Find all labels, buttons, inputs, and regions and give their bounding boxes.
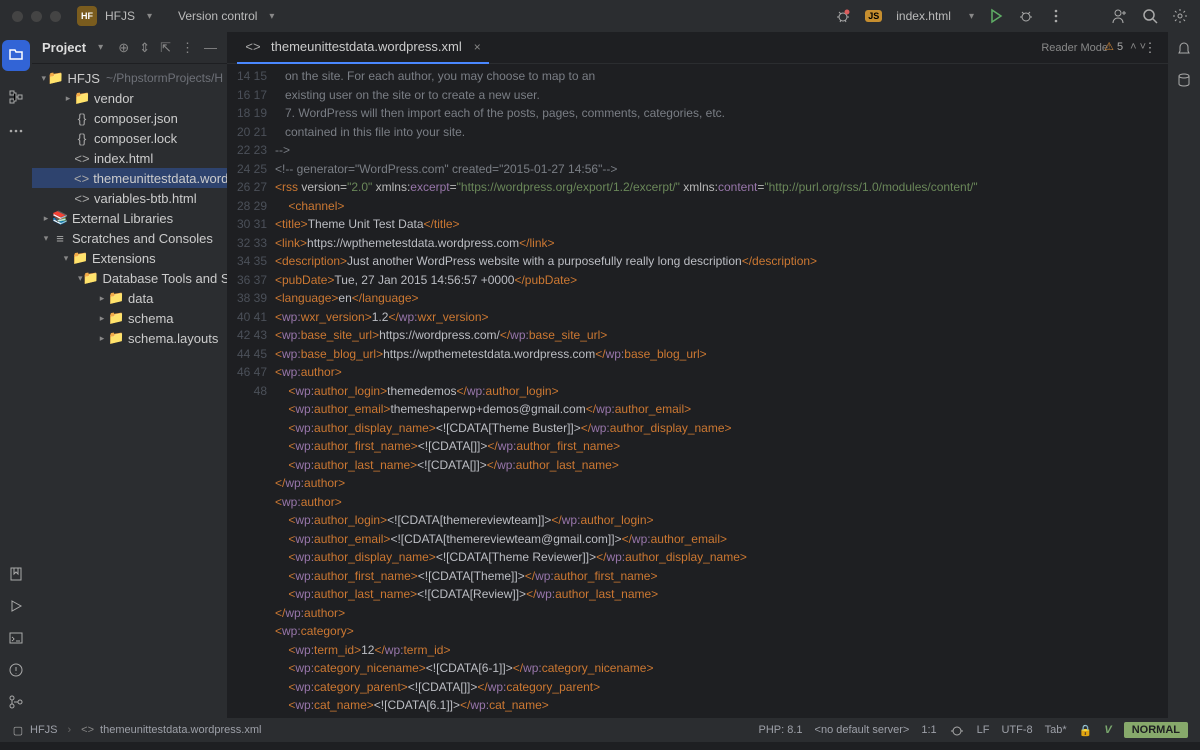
debug-icon[interactable] (1018, 8, 1034, 24)
chevron-down-icon[interactable]: ▾ (147, 11, 152, 22)
lock-icon[interactable]: 🔒 (1079, 724, 1093, 737)
tree-file[interactable]: {}composer.lock (32, 128, 227, 148)
hector-icon[interactable] (949, 722, 965, 738)
project-tool-button[interactable] (2, 40, 30, 71)
main-area: Project ▾ ⊕ ⇕ ⇱ ⋮ — ▾📁HFJS~/PhpstormProje… (0, 32, 1200, 718)
locate-icon[interactable]: ⊕ (118, 40, 129, 56)
status-indent[interactable]: Tab* (1045, 724, 1067, 736)
tree-folder-vendor[interactable]: ▸📁vendor (32, 88, 227, 108)
tab-label: themeunittestdata.wordpress.xml (271, 39, 462, 54)
tree-file[interactable]: {}composer.json (32, 108, 227, 128)
chevron-down-icon[interactable]: ▾ (969, 11, 974, 22)
close-icon[interactable]: × (474, 40, 481, 54)
bug-stop-icon[interactable] (835, 8, 851, 24)
tree-folder[interactable]: ▸📁schema.layouts (32, 328, 227, 348)
close-traffic-light[interactable] (12, 11, 23, 22)
problems-tool-icon[interactable] (8, 662, 24, 678)
tree-folder[interactable]: ▸📁schema (32, 308, 227, 328)
chevron-down-icon[interactable]: ▾ (269, 11, 274, 22)
breadcrumb-file[interactable]: themeunittestdata.wordpress.xml (100, 724, 261, 736)
code-content[interactable]: on the site. For each author, you may ch… (275, 64, 1168, 718)
more-horiz-icon[interactable] (8, 123, 24, 139)
tree-file[interactable]: <>variables-btb.html (32, 188, 227, 208)
collapse-icon[interactable]: ⇱ (160, 40, 171, 56)
status-position[interactable]: 1:1 (921, 724, 936, 736)
database-icon[interactable] (1176, 72, 1192, 88)
search-icon[interactable] (1142, 8, 1158, 24)
tab-bar: <> themeunittestdata.wordpress.xml × ⋮ (227, 32, 1168, 64)
services-tool-icon[interactable] (8, 598, 24, 614)
status-php[interactable]: PHP: 8.1 (759, 724, 803, 736)
right-toolbar (1168, 32, 1200, 718)
xml-icon: <> (245, 39, 261, 54)
terminal-tool-icon[interactable] (8, 630, 24, 646)
sidebar-title[interactable]: Project (42, 40, 86, 55)
bookmark-tool-icon[interactable] (8, 566, 24, 582)
more-vert-icon[interactable] (1048, 8, 1064, 24)
project-badge: HF (77, 6, 97, 26)
editor: <> themeunittestdata.wordpress.xml × ⋮ R… (227, 32, 1168, 718)
gear-icon[interactable] (1172, 8, 1188, 24)
tab-active[interactable]: <> themeunittestdata.wordpress.xml × (237, 32, 489, 64)
vcs-tool-icon[interactable] (8, 694, 24, 710)
minimize-icon[interactable]: — (204, 40, 217, 56)
chevron-down-icon[interactable]: ▾ (98, 42, 103, 53)
tree-folder[interactable]: ▸📁data (32, 288, 227, 308)
minimize-traffic-light[interactable] (31, 11, 42, 22)
inspection-widget[interactable]: ⚠5˄˅ (1104, 40, 1146, 53)
status-bar: ▢ HFJS › <> themeunittestdata.wordpress.… (0, 718, 1200, 742)
vcs-menu[interactable]: Version control (178, 9, 257, 23)
status-server[interactable]: <no default server> (815, 724, 910, 736)
titlebar: HF HFJS ▾ Version control ▾ JS index.html ▾ (0, 0, 1200, 32)
tree-scratches[interactable]: ▾≡Scratches and Consoles (32, 228, 227, 248)
vim-mode-badge: NORMAL (1124, 722, 1188, 738)
vim-icon[interactable]: V (1104, 724, 1111, 736)
window-controls (12, 11, 61, 22)
tree-dbtools[interactable]: ▾📁Database Tools and S (32, 268, 227, 288)
warning-icon: ⚠ (1104, 40, 1114, 53)
js-badge: JS (865, 10, 882, 22)
expand-icon[interactable]: ⇕ (139, 40, 150, 56)
chevron-up-icon[interactable]: ˄ (1130, 41, 1136, 53)
tree-file[interactable]: <>index.html (32, 148, 227, 168)
code-area[interactable]: 14 15 16 17 18 19 20 21 22 23 24 25 26 2… (227, 64, 1168, 718)
tree-ext-lib[interactable]: ▸📚External Libraries (32, 208, 227, 228)
status-line-sep[interactable]: LF (977, 724, 990, 736)
left-toolbar (0, 32, 32, 718)
project-sidebar: Project ▾ ⊕ ⇕ ⇱ ⋮ — ▾📁HFJS~/PhpstormProje… (32, 32, 227, 718)
project-status-icon: ▢ (12, 722, 24, 738)
project-name[interactable]: HFJS (105, 9, 135, 23)
sidebar-header: Project ▾ ⊕ ⇕ ⇱ ⋮ — (32, 32, 227, 64)
run-icon[interactable] (988, 8, 1004, 24)
xml-icon: <> (81, 724, 94, 736)
gutter[interactable]: 14 15 16 17 18 19 20 21 22 23 24 25 26 2… (227, 64, 275, 718)
add-user-icon[interactable] (1112, 8, 1128, 24)
zoom-traffic-light[interactable] (50, 11, 61, 22)
chevron-down-icon[interactable]: ˅ (1140, 41, 1146, 53)
notifications-icon[interactable] (1176, 40, 1192, 56)
tree-file-selected[interactable]: <>themeunittestdata.wordp (32, 168, 227, 188)
run-config-file[interactable]: index.html (896, 9, 951, 23)
tree-extensions[interactable]: ▾📁Extensions (32, 248, 227, 268)
more-vert-icon[interactable]: ⋮ (181, 40, 194, 56)
status-encoding[interactable]: UTF-8 (1001, 724, 1032, 736)
chevron-right-icon: › (68, 724, 72, 736)
structure-tool-icon[interactable] (8, 89, 24, 105)
project-tree[interactable]: ▾📁HFJS~/PhpstormProjects/H ▸📁vendor {}co… (32, 64, 227, 352)
tree-root[interactable]: ▾📁HFJS~/PhpstormProjects/H (32, 68, 227, 88)
reader-mode-label[interactable]: Reader Mode (1041, 42, 1108, 54)
breadcrumb-project[interactable]: HFJS (30, 724, 58, 736)
